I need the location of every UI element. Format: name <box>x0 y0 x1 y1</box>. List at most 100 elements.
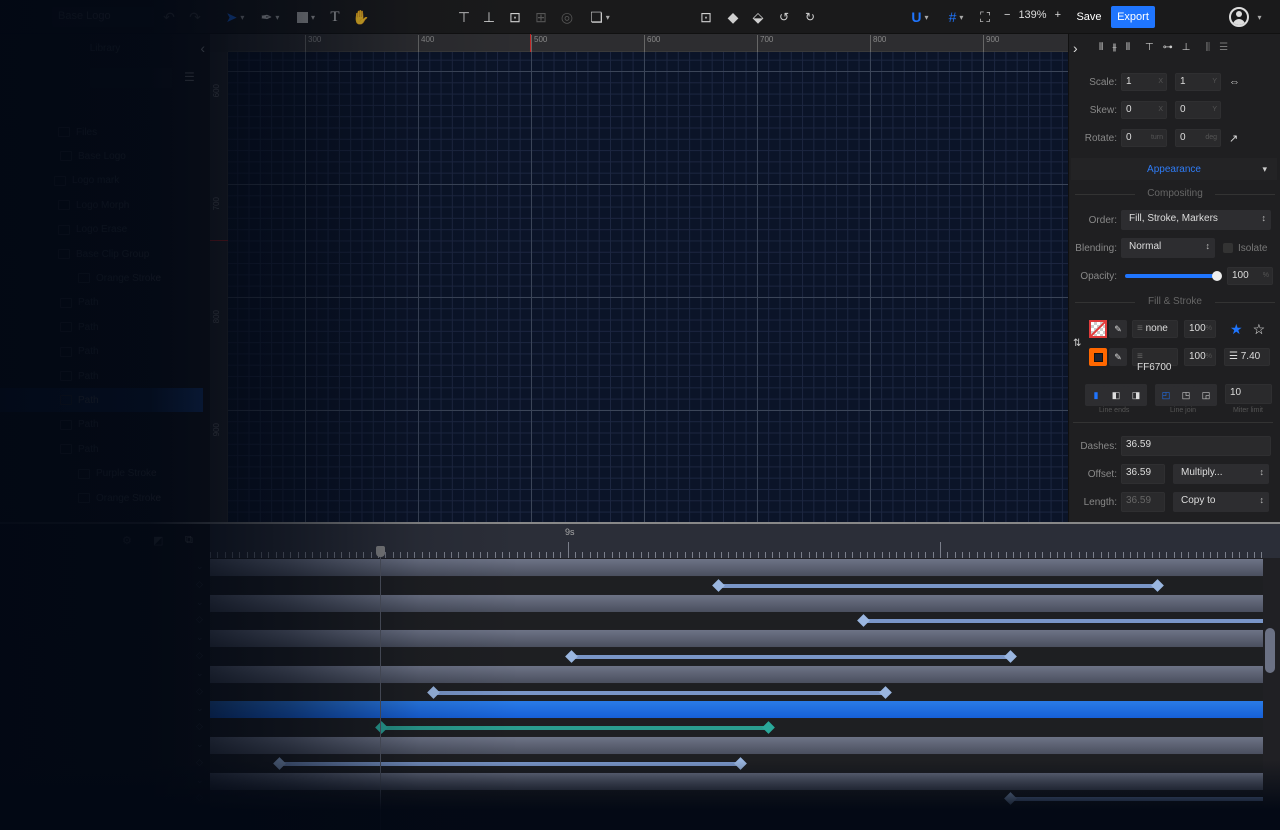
miter-join-icon[interactable]: ◰ <box>1157 386 1175 404</box>
timeline-track[interactable] <box>210 612 1263 630</box>
round-join-icon[interactable]: ◳ <box>1177 386 1195 404</box>
track-keyframe-toggle-icon[interactable]: ◇ <box>196 757 203 768</box>
skew-x-input[interactable]: 0X <box>1121 101 1167 119</box>
track-keyframe-toggle-icon[interactable]: ⌄ <box>196 632 204 643</box>
align-center-v-icon[interactable]: ⊶ <box>1163 42 1173 53</box>
layer-item[interactable]: Path <box>0 437 203 461</box>
track-keyframe-toggle-icon[interactable]: ◇ <box>196 650 203 661</box>
align-top-button[interactable]: ⊤ <box>456 7 472 27</box>
layer-item[interactable]: Path <box>0 364 203 388</box>
star-outline-icon[interactable]: ☆ <box>1253 321 1266 338</box>
rotate-turn-input[interactable]: 0 turn <box>1121 129 1167 147</box>
hand-tool-button[interactable]: ✋ <box>352 7 370 27</box>
flip-vertical-button[interactable]: ⬙ <box>750 7 766 27</box>
expand-panel-icon[interactable]: › <box>1073 40 1078 56</box>
align-middle-button[interactable]: ⊥ <box>481 7 497 27</box>
scale-y-input[interactable]: 1Y <box>1175 73 1221 91</box>
fill-eyedropper-icon[interactable]: ✎ <box>1109 320 1127 338</box>
bevel-join-icon[interactable]: ◲ <box>1197 386 1215 404</box>
timeline-track[interactable] <box>210 701 1263 719</box>
round-cap-icon[interactable]: ◧ <box>1107 386 1125 404</box>
timeline-track[interactable] <box>210 772 1263 790</box>
opacity-slider-handle[interactable] <box>1212 271 1222 281</box>
keyframe-span[interactable] <box>1010 797 1263 802</box>
fill-opacity-input[interactable]: 100% <box>1184 320 1216 338</box>
rotate-cw-90-button[interactable]: ↻ <box>802 7 818 27</box>
rotate-ccw-90-button[interactable]: ↺ <box>776 7 792 27</box>
keyframe-diamond[interactable] <box>1003 792 1017 806</box>
layer-item[interactable]: Path <box>0 388 203 413</box>
keyframe-diamond[interactable] <box>374 721 388 735</box>
account-menu-button[interactable]: ▾ <box>1253 7 1263 27</box>
track-keyframe-toggle-icon[interactable]: ⌄ <box>196 668 204 679</box>
blending-select[interactable]: Normal <box>1121 238 1215 258</box>
zoom-out-button[interactable]: − <box>1004 9 1010 21</box>
keyframe-diamond[interactable] <box>761 721 775 735</box>
easing-icon[interactable]: ◩ <box>153 534 163 547</box>
keyframe-diamond[interactable] <box>856 614 870 628</box>
layer-item[interactable]: Path <box>0 413 203 437</box>
canvas-grid[interactable] <box>228 52 1068 522</box>
layer-item[interactable]: Purple Stroke <box>0 462 203 486</box>
star-filled-icon[interactable]: ★ <box>1230 321 1243 338</box>
timeline-track[interactable] <box>210 559 1263 576</box>
align-right-icon[interactable]: ⫴ <box>1126 42 1130 53</box>
fit-canvas-button[interactable]: ⛶ <box>977 7 993 27</box>
layer-item[interactable]: Orange Stroke <box>0 266 203 290</box>
track-keyframe-toggle-icon[interactable]: ⌄ <box>196 597 204 608</box>
layer-item[interactable]: Orange Stroke <box>0 486 203 510</box>
keyframe-diamond[interactable] <box>272 756 286 770</box>
snap-button[interactable]: U ▾ <box>906 7 934 27</box>
rotate-handle-icon[interactable]: ↗ <box>1229 132 1238 145</box>
timeline-track[interactable] <box>210 594 1263 612</box>
layer-item[interactable]: Path <box>0 291 203 315</box>
layer-item[interactable]: Logo Erase <box>0 218 203 242</box>
timeline-track[interactable] <box>210 648 1263 665</box>
link-icon[interactable]: ⇔ <box>1229 76 1240 88</box>
track-keyframe-toggle-icon[interactable]: ⌄ <box>196 703 204 714</box>
scale-x-input[interactable]: 1X <box>1121 73 1167 91</box>
opacity-slider[interactable] <box>1125 271 1222 281</box>
miter-limit-input[interactable]: 10 <box>1225 384 1272 404</box>
timeline-track[interactable] <box>210 754 1263 772</box>
track-keyframe-toggle-icon[interactable]: ◇ <box>196 721 203 732</box>
stroke-color-input[interactable]: ≡ FF6700 <box>1132 348 1178 373</box>
fill-swatch-none[interactable] <box>1089 320 1107 338</box>
isolate-checkbox[interactable] <box>1223 243 1233 253</box>
keyframe-diamond[interactable] <box>878 685 892 699</box>
timeline-track[interactable] <box>210 576 1263 594</box>
timeline-track[interactable] <box>210 737 1263 754</box>
track-keyframe-toggle-icon[interactable]: ⌄ <box>196 775 204 786</box>
flip-horizontal-button[interactable]: ◆ <box>725 7 741 27</box>
stroke-opacity-input[interactable]: 100% <box>1184 348 1216 366</box>
offset-input[interactable]: 36.59 <box>1121 464 1165 484</box>
keyframe-span[interactable] <box>863 619 1263 624</box>
timeline-ruler[interactable]: 9s <box>210 524 1280 558</box>
grid-button[interactable]: # ▾ <box>942 7 970 27</box>
layer-item[interactable]: Path <box>0 340 203 364</box>
collapse-panel-icon[interactable]: ‹ <box>200 40 205 56</box>
zoom-level[interactable]: 139% <box>1018 9 1046 21</box>
keyframe-span[interactable] <box>279 761 740 766</box>
length-op-select[interactable]: Copy to <box>1173 492 1269 512</box>
keyframe-span[interactable] <box>718 583 1157 588</box>
timeline-track[interactable] <box>210 665 1263 683</box>
document-title-field[interactable]: Base Logo <box>52 7 154 27</box>
keyframe-diamond[interactable] <box>426 685 440 699</box>
settings-icon[interactable]: ⚙ <box>122 534 132 547</box>
layer-item[interactable]: Path <box>0 315 203 339</box>
track-keyframe-toggle-icon[interactable]: ◇ <box>196 686 203 697</box>
dashes-input[interactable]: 36.59 <box>1121 436 1271 456</box>
boolean-ops-button[interactable]: ❏ ▾ <box>586 7 614 27</box>
length-input[interactable]: 36.59 <box>1121 492 1165 512</box>
keyframe-diamond[interactable] <box>733 756 747 770</box>
group-button[interactable]: ⊡ <box>507 7 523 27</box>
timeline-track[interactable] <box>210 719 1263 737</box>
undo-icon[interactable]: ↶ <box>160 7 178 27</box>
align-bottom-icon[interactable]: ⊥ <box>1182 42 1191 53</box>
layer-item[interactable]: Base Clip Group <box>0 242 203 266</box>
layer-item[interactable]: Logo Morph <box>0 193 203 217</box>
mask-button[interactable]: ◎ <box>559 7 575 27</box>
timeline-track[interactable] <box>210 683 1263 701</box>
shape-tool-button[interactable]: ▾ <box>292 7 320 27</box>
